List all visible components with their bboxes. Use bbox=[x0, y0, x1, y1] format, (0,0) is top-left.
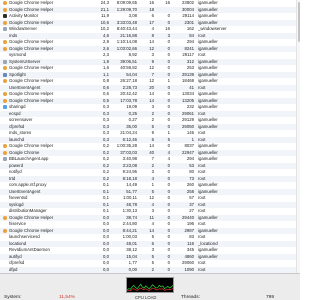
scrollbar-thumb[interactable] bbox=[297, 2, 300, 42]
none-icon bbox=[3, 255, 7, 259]
chrome-icon bbox=[3, 228, 7, 233]
chrome-icon bbox=[3, 79, 7, 84]
spotlight-icon bbox=[3, 72, 7, 77]
none-icon bbox=[3, 118, 7, 122]
doc-icon bbox=[3, 59, 7, 64]
chrome-icon bbox=[3, 1, 7, 6]
chrome-icon bbox=[3, 215, 7, 220]
none-icon bbox=[3, 261, 7, 265]
none-icon bbox=[3, 112, 7, 116]
none-icon bbox=[3, 125, 7, 129]
doc-icon bbox=[3, 157, 7, 162]
cpu-system-line bbox=[127, 287, 173, 292]
none-icon bbox=[3, 138, 7, 142]
none-icon bbox=[3, 203, 7, 207]
none-icon bbox=[3, 242, 7, 246]
none-icon bbox=[3, 177, 7, 181]
chrome-icon bbox=[3, 20, 7, 25]
chrome-icon bbox=[3, 7, 7, 12]
none-icon bbox=[3, 34, 7, 38]
threads-label: Threads: bbox=[181, 295, 200, 300]
none-icon bbox=[3, 190, 7, 194]
none-icon bbox=[3, 183, 7, 187]
system-label: System: bbox=[4, 295, 22, 300]
none-icon bbox=[3, 268, 7, 272]
chrome-icon bbox=[3, 40, 7, 45]
none-icon bbox=[3, 248, 7, 252]
cpu-summary-panel: System: 11,54% CPU LOAD Threads: 799 bbox=[0, 273, 300, 300]
chrome-icon bbox=[3, 98, 7, 103]
vertical-scrollbar[interactable] bbox=[296, 0, 300, 273]
none-icon bbox=[3, 53, 7, 57]
threads-value: 799 bbox=[266, 295, 275, 300]
none-icon bbox=[3, 170, 7, 174]
none-icon bbox=[3, 235, 7, 239]
none-icon bbox=[3, 222, 7, 226]
none-icon bbox=[3, 131, 7, 135]
cpu-load-label: CPU LOAD bbox=[135, 295, 157, 300]
none-icon bbox=[3, 196, 7, 200]
system-value: 11,54% bbox=[59, 295, 75, 300]
chrome-icon bbox=[3, 150, 7, 155]
none-icon bbox=[3, 86, 7, 90]
process-table: Google Chrome Helper 24,3 8:09:09,65 16 16 23… bbox=[0, 0, 300, 273]
cpu-load-graph bbox=[126, 277, 174, 293]
chrome-icon bbox=[3, 46, 7, 51]
folder-icon bbox=[3, 105, 7, 110]
doc-icon bbox=[3, 27, 7, 32]
chrome-icon bbox=[3, 144, 7, 149]
chrome-icon bbox=[3, 92, 7, 97]
none-icon bbox=[3, 164, 7, 168]
chrome-icon bbox=[3, 66, 7, 71]
none-icon bbox=[3, 209, 7, 213]
activity-icon bbox=[3, 14, 7, 19]
